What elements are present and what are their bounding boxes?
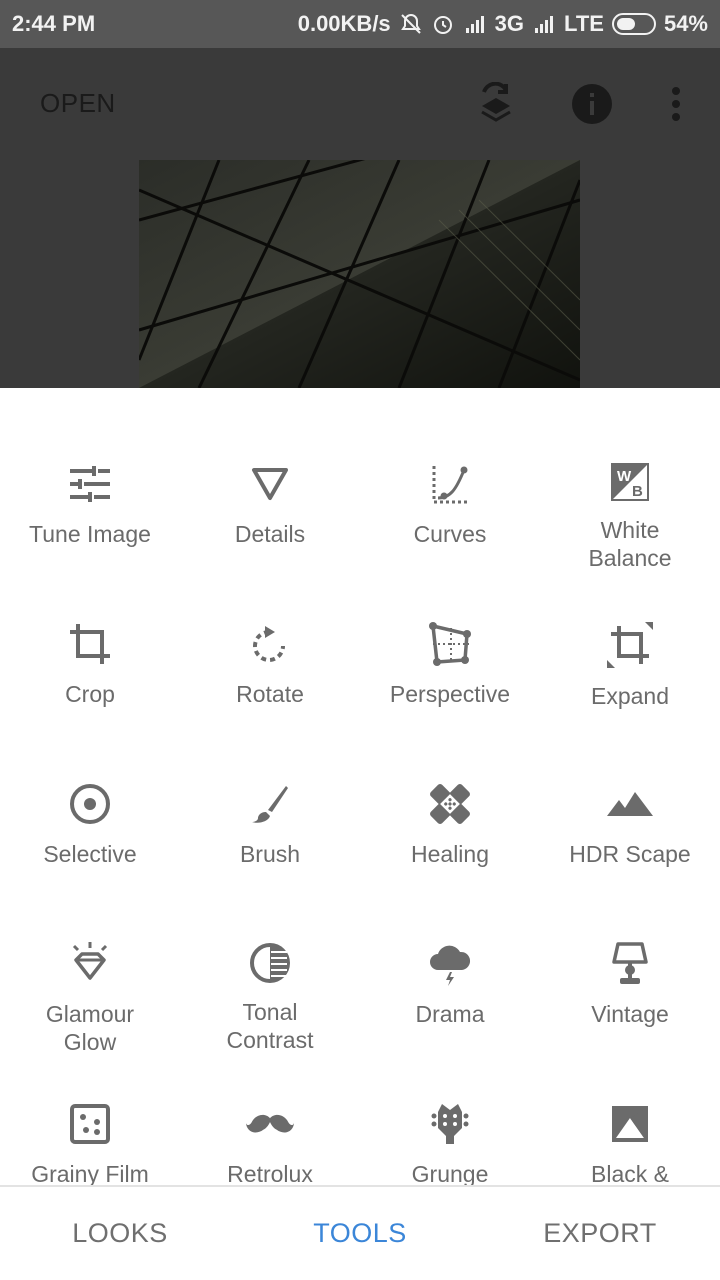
info-icon[interactable] [568, 80, 616, 128]
tab-looks[interactable]: LOOKS [0, 1218, 240, 1249]
details-triangle-icon [246, 462, 294, 506]
tab-export[interactable]: EXPORT [480, 1218, 720, 1249]
selective-icon [66, 782, 114, 826]
hdr-mountains-icon [606, 782, 654, 826]
status-time: 2:44 PM [12, 11, 96, 36]
tool-label: Retrolux [227, 1161, 313, 1185]
tool-retrolux[interactable]: Retrolux [180, 1028, 360, 1185]
crop-icon [66, 622, 114, 666]
network-3g: 3G [494, 11, 525, 36]
tool-selective[interactable]: Selective [0, 708, 180, 868]
status-bar: 2:44 PM 0.00KB/s 3G LTE 54% [0, 0, 720, 48]
tool-expand[interactable]: Expand [540, 548, 720, 709]
tool-details[interactable]: Details [180, 388, 360, 548]
bottom-nav: LOOKS TOOLS EXPORT [0, 1185, 720, 1280]
battery-percent: 54% [663, 11, 708, 36]
mute-bell-icon [399, 12, 423, 36]
tool-label: Curves [413, 521, 487, 547]
tool-label: Vintage [591, 1001, 669, 1027]
tool-tune-image[interactable]: Tune Image [0, 388, 180, 548]
tool-label: Black & [591, 1161, 669, 1185]
battery-icon [611, 13, 656, 35]
tab-tools[interactable]: TOOLS [240, 1218, 480, 1249]
tool-label: Crop [65, 681, 115, 707]
grainy-film-icon [66, 1102, 114, 1146]
tool-label: Perspective [389, 681, 511, 707]
tool-label: HDR Scape [569, 841, 691, 867]
tool-white-balance[interactable]: W B White Balance [540, 388, 720, 571]
tool-drama[interactable]: Drama [360, 868, 540, 1028]
tool-healing[interactable]: Healing [360, 708, 540, 868]
white-balance-icon: W B [606, 462, 654, 502]
tool-curves[interactable]: Curves [360, 388, 540, 548]
layers-swap-icon[interactable] [472, 80, 520, 128]
open-button[interactable]: OPEN [40, 88, 116, 119]
tools-sheet: Tune Image Details Curves W B White Bala… [0, 388, 720, 1185]
more-vert-icon[interactable] [652, 80, 700, 128]
net-speed: 0.00KB/s [297, 11, 391, 36]
tool-black-white[interactable]: Black & [540, 1028, 720, 1185]
svg-text:B: B [632, 483, 643, 500]
tool-label: Grunge [411, 1161, 489, 1185]
tool-label: Healing [411, 841, 489, 867]
tool-label: Details [234, 521, 306, 547]
signal-icon-2 [532, 12, 556, 36]
tool-label: Drama [415, 1001, 485, 1027]
status-icons: 0.00KB/s 3G LTE 54% [298, 11, 708, 37]
tool-brush[interactable]: Brush [180, 708, 360, 868]
tonal-contrast-icon [246, 942, 294, 984]
perspective-icon [426, 622, 474, 666]
tool-label: Selective [43, 841, 137, 867]
tool-label: Grainy Film [31, 1161, 149, 1185]
tool-grainy-film[interactable]: Grainy Film [0, 1028, 180, 1185]
mustache-icon [246, 1102, 294, 1146]
tool-crop[interactable]: Crop [0, 548, 180, 708]
black-white-icon [606, 1102, 654, 1146]
drama-cloud-icon [426, 942, 474, 986]
svg-text:W: W [617, 468, 632, 485]
brush-icon [246, 782, 294, 826]
tune-icon [66, 462, 114, 506]
vintage-lamp-icon [606, 942, 654, 986]
grunge-guitar-icon [426, 1102, 474, 1146]
tool-tonal-contrast[interactable]: Tonal Contrast [180, 868, 360, 1053]
curves-icon [426, 462, 474, 506]
tool-vintage[interactable]: Vintage [540, 868, 720, 1028]
expand-icon [606, 622, 654, 668]
signal-icon-1 [463, 12, 487, 36]
photo-preview [139, 160, 580, 388]
tool-grunge[interactable]: Grunge [360, 1028, 540, 1185]
healing-icon [426, 782, 474, 826]
glamour-diamond-icon [66, 942, 114, 986]
tool-label: Expand [590, 683, 669, 709]
tool-hdr-scape[interactable]: HDR Scape [540, 708, 720, 868]
tool-glamour-glow[interactable]: Glamour Glow [0, 868, 180, 1055]
tool-perspective[interactable]: Perspective [360, 548, 540, 708]
tool-label: Brush [239, 841, 301, 867]
rotate-icon [246, 622, 294, 666]
alarm-icon [431, 12, 455, 36]
tool-label: Rotate [236, 681, 304, 707]
tool-rotate[interactable]: Rotate [180, 548, 360, 708]
editor-area: OPEN [0, 48, 720, 388]
tool-label: Tune Image [29, 521, 151, 547]
network-lte: LTE [564, 11, 604, 36]
